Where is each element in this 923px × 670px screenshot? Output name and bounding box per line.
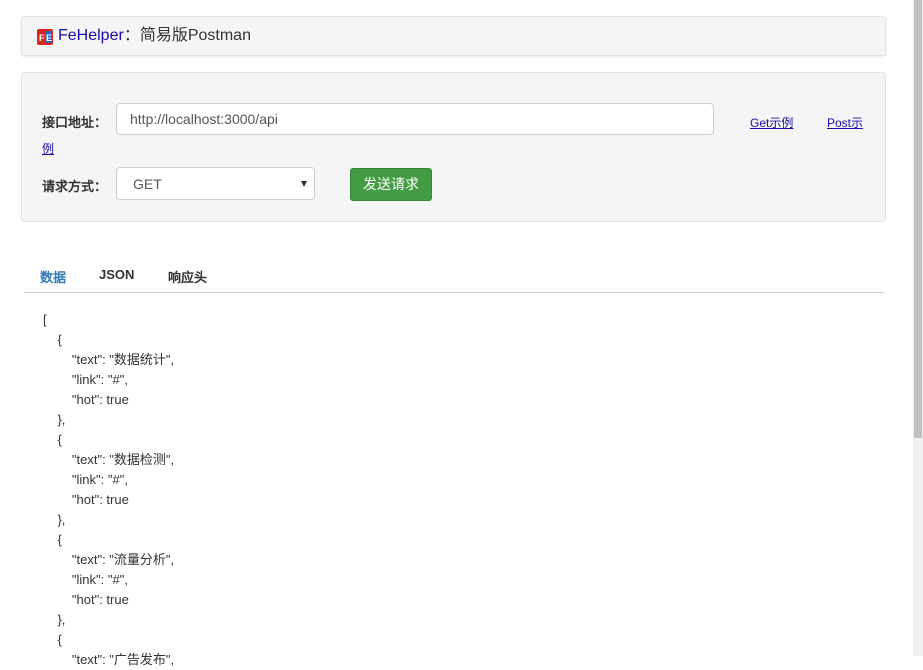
json-line: { — [43, 332, 62, 347]
svg-text:E: E — [46, 33, 52, 43]
json-line: "hot": true — [43, 592, 129, 607]
json-line: "link": "#", — [43, 572, 128, 587]
title-separator: ： — [123, 27, 140, 44]
json-line: [ — [43, 312, 47, 327]
request-panel: 接口地址： http://localhost:3000/api Get示例 Po… — [21, 72, 886, 222]
response-tabs: 数据 JSON 响应头 — [24, 262, 884, 293]
json-line: }, — [43, 512, 66, 527]
url-input[interactable]: http://localhost:3000/api — [116, 103, 714, 135]
json-line: "text": "流量分析", — [43, 552, 175, 567]
json-line: "hot": true — [43, 492, 129, 507]
json-line: "text": "数据检测", — [43, 452, 175, 467]
page-title: FeHelper：简易版Postman — [58, 26, 251, 46]
tab-response-headers[interactable]: 响应头 — [168, 267, 207, 286]
method-select[interactable]: GET — [116, 167, 315, 200]
chevron-down-icon — [301, 181, 307, 187]
url-label: 接口地址： — [42, 115, 108, 130]
method-value: GET — [133, 176, 162, 192]
brand-link[interactable]: FeHelper — [58, 27, 124, 44]
json-line: { — [43, 432, 62, 447]
json-line: { — [43, 632, 62, 647]
json-line: { — [43, 532, 62, 547]
post-example-link[interactable]: Post示 — [827, 114, 863, 131]
page-scrollbar[interactable] — [913, 0, 923, 656]
json-line: }, — [43, 612, 66, 627]
response-body: [ { "text": "数据统计", "link": "#", "hot": … — [43, 310, 863, 670]
json-line: "link": "#", — [43, 372, 128, 387]
tab-json[interactable]: JSON — [99, 267, 134, 282]
json-line: "hot": true — [43, 392, 129, 407]
get-example-link[interactable]: Get示例 — [750, 114, 793, 131]
svg-text:F: F — [39, 33, 45, 43]
send-request-button[interactable]: 发送请求 — [350, 168, 432, 201]
method-label: 请求方式： — [42, 179, 108, 194]
json-line: "link": "#", — [43, 472, 128, 487]
json-line: }, — [43, 412, 66, 427]
json-line: "text": "广告发布", — [43, 652, 175, 667]
page-header: F E FeHelper：简易版Postman — [21, 16, 886, 56]
json-line: "text": "数据统计", — [43, 352, 175, 367]
tool-name: 简易版Postman — [139, 27, 251, 44]
scrollbar-thumb[interactable] — [914, 0, 922, 438]
tab-data[interactable]: 数据 — [40, 267, 66, 286]
fehelper-logo-icon: F E — [37, 29, 53, 45]
post-example-link-wrap[interactable]: 例 — [42, 140, 54, 157]
